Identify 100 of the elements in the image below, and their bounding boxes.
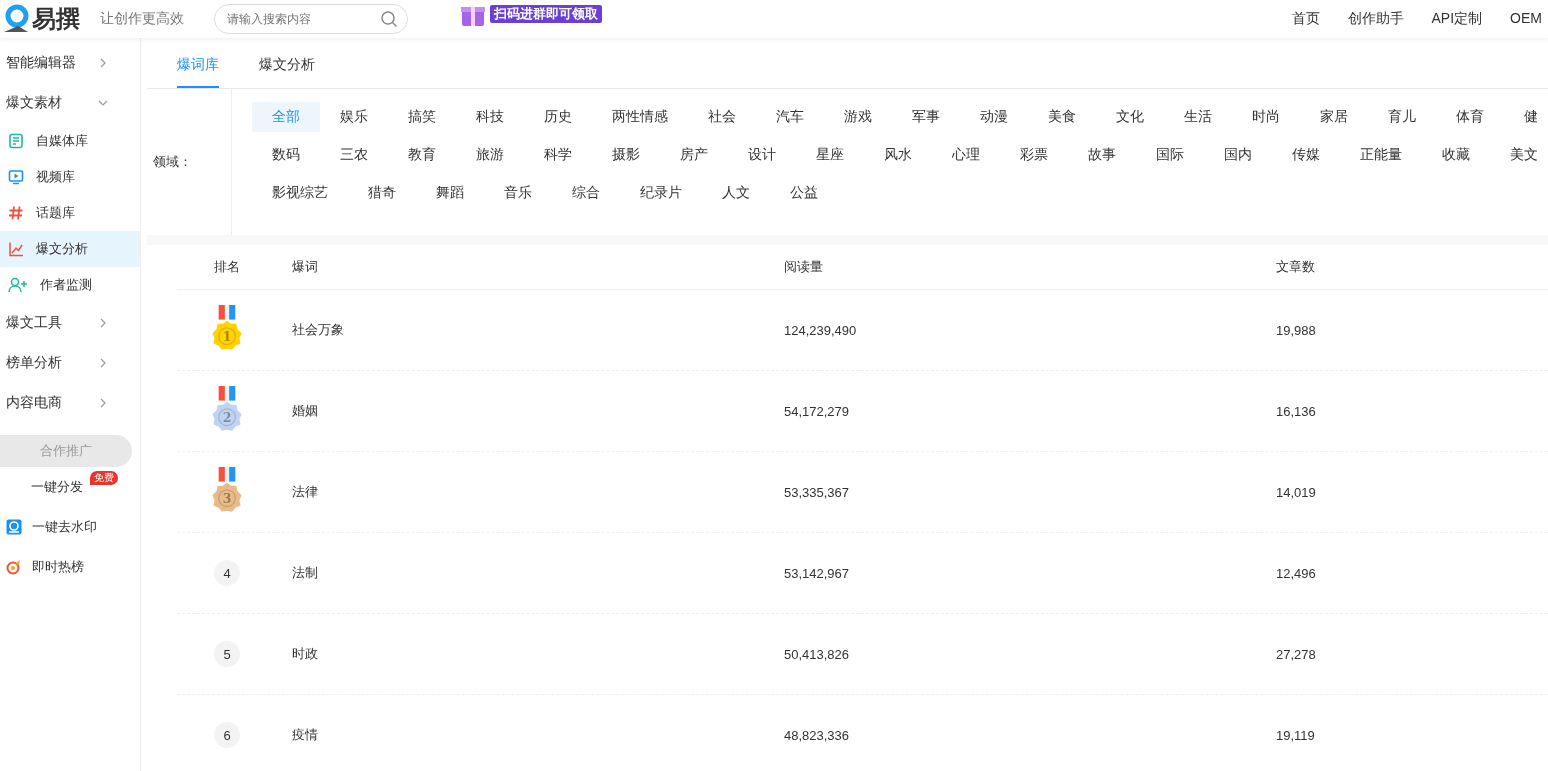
reads-cell-text: 124,239,490: [783, 322, 858, 338]
category-chip[interactable]: 育儿: [1368, 102, 1436, 132]
category-chip[interactable]: 动漫: [960, 102, 1028, 132]
watermark-icon: [6, 519, 22, 535]
search-field[interactable]: 请输入搜索内容: [214, 4, 408, 34]
category-chip[interactable]: 房产: [660, 140, 728, 170]
category-chip[interactable]: 军事: [892, 102, 960, 132]
free-badge: 免费: [90, 471, 118, 485]
category-chip[interactable]: 家居: [1300, 102, 1368, 132]
category-chip[interactable]: 美食: [1028, 102, 1096, 132]
sidebar-item-label: 作者监测: [40, 276, 92, 294]
articles-cell-text: 12,496: [1275, 565, 1317, 581]
category-chip[interactable]: 科技: [456, 102, 524, 132]
category-chip[interactable]: 两性情感: [592, 102, 688, 132]
category-chip[interactable]: 社会: [688, 102, 756, 132]
category-chip[interactable]: 时尚: [1232, 102, 1300, 132]
category-chip[interactable]: 收藏: [1422, 140, 1490, 170]
category-chip[interactable]: 彩票: [1000, 140, 1068, 170]
tab[interactable]: 爆文分析: [259, 44, 315, 88]
reads-cell-text: 54,172,279: [783, 403, 851, 419]
category-chip[interactable]: 生活: [1164, 102, 1232, 132]
category-chip[interactable]: 国内: [1204, 140, 1272, 170]
category-chip[interactable]: 综合: [552, 178, 620, 208]
keyword-cell-text: 法制: [291, 564, 319, 582]
category-chip[interactable]: 传媒: [1272, 140, 1340, 170]
sidebar-link[interactable]: 即时热榜: [32, 558, 84, 576]
articles-cell-text: 14,019: [1275, 484, 1317, 500]
line-chart-icon: [8, 241, 24, 257]
sidebar-link[interactable]: 一键分发: [31, 478, 83, 496]
category-chip[interactable]: 历史: [524, 102, 592, 132]
keyword-cell-text: 法律: [291, 483, 319, 501]
reads-cell-text: 53,142,967: [783, 565, 851, 581]
sidebar-item[interactable]: 爆文分析: [0, 231, 140, 267]
sidebar-item-label: 话题库: [36, 204, 75, 222]
sidebar-item-label: 视频库: [36, 168, 75, 186]
category-chip[interactable]: 数码: [252, 140, 320, 170]
category-chip[interactable]: 星座: [796, 140, 864, 170]
sidebar-item[interactable]: 作者监测: [0, 267, 140, 303]
rank-number: 5: [214, 641, 240, 667]
category-chip[interactable]: 国际: [1136, 140, 1204, 170]
sidebar-group[interactable]: 内容电商: [0, 383, 140, 423]
category-chip[interactable]: 游戏: [824, 102, 892, 132]
promo-banner-text[interactable]: 扫码进群即可领取: [490, 5, 602, 23]
reads-cell-text: 50,413,826: [783, 646, 851, 662]
category-chip[interactable]: 设计: [728, 140, 796, 170]
category-chip[interactable]: 风水: [864, 140, 932, 170]
category-chip[interactable]: 汽车: [756, 102, 824, 132]
category-chip[interactable]: 娱乐: [320, 102, 388, 132]
column-header: 爆词: [292, 259, 318, 274]
category-chip[interactable]: 搞笑: [388, 102, 456, 132]
category-chip[interactable]: 旅游: [456, 140, 524, 170]
nav-link[interactable]: API定制: [1431, 10, 1483, 28]
articles-cell-text: 19,119: [1275, 727, 1316, 743]
category-chip[interactable]: 影视综艺: [252, 178, 348, 208]
category-chip[interactable]: 教育: [388, 140, 456, 170]
column-header: 文章数: [1276, 259, 1315, 274]
category-chip[interactable]: 美文: [1490, 140, 1548, 170]
reads-cell-text: 48,823,336: [783, 727, 851, 743]
category-chip[interactable]: 摄影: [592, 140, 660, 170]
category-chip[interactable]: 体育: [1436, 102, 1504, 132]
category-chip[interactable]: 健: [1504, 102, 1548, 132]
category-chip[interactable]: 公益: [770, 178, 838, 208]
column-header: 阅读量: [784, 259, 823, 274]
sidebar-group[interactable]: 爆文素材: [0, 83, 140, 123]
sidebar-group-label: 榜单分析: [6, 354, 62, 372]
sidebar-item[interactable]: 视频库: [0, 159, 140, 195]
articles-cell-text: 19,988: [1275, 322, 1317, 338]
keyword-cell-text: 时政: [291, 645, 319, 663]
hashtag-icon: [8, 205, 24, 221]
category-chip[interactable]: 人文: [702, 178, 770, 208]
sidebar-item[interactable]: 自媒体库: [0, 123, 140, 159]
sidebar-group[interactable]: 榜单分析: [0, 343, 140, 383]
sidebar-item-label: 自媒体库: [36, 132, 88, 150]
slogan: 让创作更高效: [100, 10, 184, 28]
category-chip[interactable]: 纪录片: [620, 178, 702, 208]
logo-icon: [2, 4, 30, 34]
category-chip[interactable]: 猎奇: [348, 178, 416, 208]
category-chip[interactable]: 文化: [1096, 102, 1164, 132]
category-chip[interactable]: 心理: [932, 140, 1000, 170]
sidebar-link[interactable]: 一键去水印: [32, 518, 97, 536]
sidebar-item-label: 爆文分析: [36, 240, 88, 258]
sidebar-group[interactable]: 爆文工具: [0, 303, 140, 343]
nav-link[interactable]: 创作助手: [1347, 10, 1404, 28]
sidebar-group-label: 内容电商: [6, 394, 62, 412]
category-chip[interactable]: 音乐: [484, 178, 552, 208]
sidebar-item[interactable]: 话题库: [0, 195, 140, 231]
video-icon: [8, 169, 24, 185]
sidebar-group-label: 爆文素材: [6, 94, 62, 112]
nav-link[interactable]: OEM: [1510, 10, 1542, 28]
nav-link[interactable]: 首页: [1291, 10, 1320, 28]
search-icon[interactable]: [380, 10, 398, 28]
category-chip[interactable]: 三农: [320, 140, 388, 170]
category-chip[interactable]: 舞蹈: [416, 178, 484, 208]
sidebar-group[interactable]: 智能编辑器: [0, 43, 140, 83]
reads-cell-text: 53,335,367: [783, 484, 851, 500]
category-chip[interactable]: 正能量: [1340, 140, 1422, 170]
column-header: 排名: [214, 258, 240, 276]
category-chip[interactable]: 科学: [524, 140, 592, 170]
category-chip[interactable]: 故事: [1068, 140, 1136, 170]
articles-cell-text: 16,136: [1275, 403, 1317, 419]
